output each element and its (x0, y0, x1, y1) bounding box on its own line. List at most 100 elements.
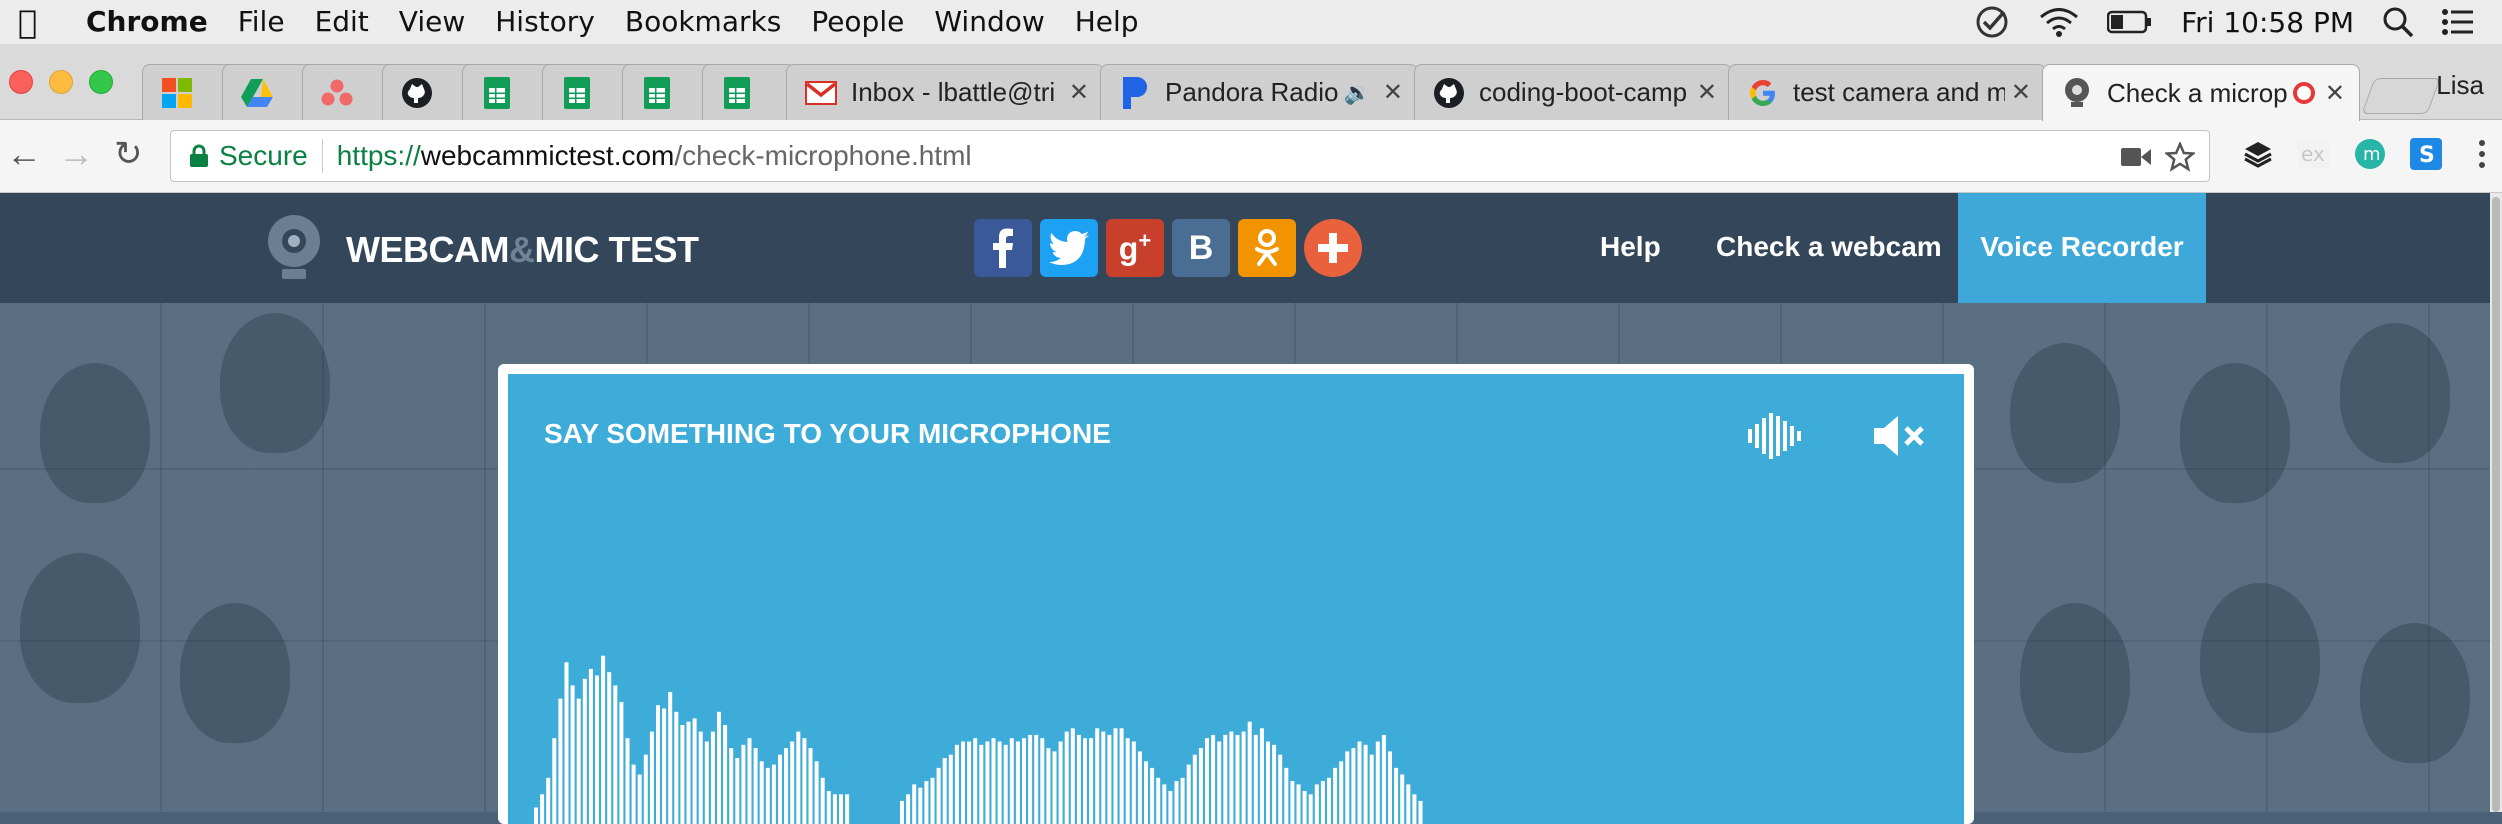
audio-level-bar (674, 712, 678, 824)
nav-check-webcam-link[interactable]: Check a webcam (1716, 231, 1942, 263)
menu-bookmarks[interactable]: Bookmarks (625, 0, 781, 44)
lock-icon[interactable] (189, 144, 209, 168)
chrome-menu-icon[interactable] (2464, 136, 2500, 172)
tab-close-icon[interactable]: ✕ (2325, 79, 2345, 108)
tab-close-icon[interactable]: ✕ (1383, 78, 1403, 107)
audio-level-bar (1309, 794, 1313, 824)
check-status-icon[interactable] (1973, 3, 2011, 41)
audio-level-bar (687, 722, 691, 824)
tab-close-icon[interactable]: ✕ (1069, 78, 1089, 107)
google-plus-share-button[interactable]: g+ (1106, 219, 1164, 277)
vk-share-button[interactable]: B (1172, 219, 1230, 277)
audio-level-bar (741, 745, 745, 824)
back-arrow-icon[interactable]: ← (6, 134, 42, 174)
tab-title: Inbox - lbattle@tri (851, 77, 1063, 108)
forward-arrow-icon[interactable]: → (58, 134, 94, 174)
audio-level-bar (534, 808, 538, 824)
audio-level-bar (662, 709, 666, 824)
layers-extension-icon[interactable] (2240, 136, 2276, 172)
audio-level-bar (1248, 722, 1252, 824)
twitter-share-button[interactable] (1040, 219, 1098, 277)
s-extension-icon[interactable]: S (2408, 136, 2444, 172)
audio-level-bar (918, 788, 922, 824)
webcam-logo-icon[interactable] (266, 215, 322, 281)
scrollbar-thumb[interactable] (2492, 197, 2500, 812)
menu-app-name[interactable]: Chrome (86, 0, 208, 44)
audio-level-bar (619, 702, 623, 824)
site-logo[interactable]: WEBCAM&MIC TEST (346, 229, 698, 271)
battery-icon[interactable] (2107, 10, 2153, 34)
tab-pandora[interactable]: Pandora Radio 🔉 ✕ (1100, 64, 1418, 120)
tab-recording-icon[interactable] (2293, 82, 2315, 104)
menu-people[interactable]: People (811, 0, 904, 44)
nav-voice-recorder-link[interactable]: Voice Recorder (1958, 193, 2206, 303)
menu-help[interactable]: Help (1075, 0, 1139, 44)
svg-text:ex: ex (2301, 142, 2325, 166)
audio-level-bar (1278, 755, 1282, 824)
window-minimize-button[interactable] (49, 70, 73, 94)
url-scheme: https:// (337, 140, 421, 172)
audio-level-bar (1187, 765, 1191, 824)
spotlight-search-icon[interactable] (2382, 6, 2414, 38)
tab-close-icon[interactable]: ✕ (1697, 78, 1717, 107)
tab-google-search[interactable]: test camera and m ✕ (1728, 64, 2046, 120)
facebook-icon (992, 228, 1014, 268)
audio-level-bar (735, 758, 739, 824)
macos-menu-bar:  Chrome File Edit View History Bookmark… (0, 0, 2502, 44)
audio-level-bar (815, 761, 819, 824)
address-bar[interactable]: Secure https:// webcammictest.com /check… (170, 130, 2210, 182)
page-scrollbar[interactable] (2490, 193, 2502, 812)
audio-level-bar (1290, 781, 1294, 824)
audio-level-bar (1254, 735, 1258, 824)
apple-menu-icon[interactable]:  (18, 0, 58, 44)
menu-view[interactable]: View (399, 0, 465, 44)
audio-level-bar (1101, 732, 1105, 824)
audio-level-bar (796, 732, 800, 824)
menu-clock[interactable]: Fri 10:58 PM (2181, 6, 2354, 39)
tab-check-microphone[interactable]: Check a microp ✕ (2042, 64, 2360, 121)
menu-edit[interactable]: Edit (315, 0, 369, 44)
logo-ampersand: & (509, 229, 535, 270)
tab-github-repo[interactable]: coding-boot-camp ✕ (1414, 64, 1732, 120)
wifi-icon[interactable] (2039, 6, 2079, 38)
tab-gmail[interactable]: Inbox - lbattle@tri ✕ (786, 64, 1104, 120)
menu-file[interactable]: File (238, 0, 285, 44)
audio-level-bar (937, 768, 941, 824)
notification-center-icon[interactable] (2442, 8, 2474, 36)
m-extension-icon[interactable]: m (2352, 136, 2388, 172)
audio-level-bar (1193, 755, 1197, 824)
audio-level-bar (1004, 745, 1008, 824)
window-close-button[interactable] (9, 70, 33, 94)
facebook-share-button[interactable] (974, 219, 1032, 277)
menu-history[interactable]: History (495, 0, 595, 44)
camera-in-use-icon[interactable] (2121, 146, 2151, 168)
address-divider (322, 139, 323, 173)
audio-level-bar (1211, 735, 1215, 824)
new-tab-button[interactable] (2361, 78, 2440, 114)
tab-audio-playing-icon[interactable]: 🔉 (1343, 80, 1370, 106)
reload-icon[interactable]: ↻ (114, 134, 143, 174)
window-zoom-button[interactable] (89, 70, 113, 94)
tab-close-icon[interactable]: ✕ (2011, 78, 2031, 107)
menu-window[interactable]: Window (934, 0, 1044, 44)
audio-level-bar (565, 662, 569, 824)
profile-name[interactable]: Lisa (2436, 70, 2484, 101)
share-more-button[interactable] (1304, 219, 1362, 277)
audio-level-bar (613, 685, 617, 824)
tab-sheets-4[interactable] (702, 64, 796, 120)
audio-level-bar (1089, 738, 1093, 824)
audio-level-bar (1181, 778, 1185, 824)
odnoklassniki-share-button[interactable] (1238, 219, 1296, 277)
google-icon (1747, 77, 1779, 109)
audio-level-bar (571, 685, 575, 824)
audio-level-bar (577, 699, 581, 824)
nav-help-link[interactable]: Help (1600, 231, 1661, 263)
audio-level-bar (607, 672, 611, 824)
tab-title: coding-boot-camp (1479, 77, 1691, 108)
audio-level-bar (1162, 784, 1166, 824)
ex-extension-icon[interactable]: ex (2296, 136, 2332, 172)
audio-level-bar (949, 755, 953, 824)
audio-level-bar (833, 794, 837, 824)
audio-level-bar (729, 748, 733, 824)
bookmark-star-icon[interactable] (2165, 142, 2195, 172)
